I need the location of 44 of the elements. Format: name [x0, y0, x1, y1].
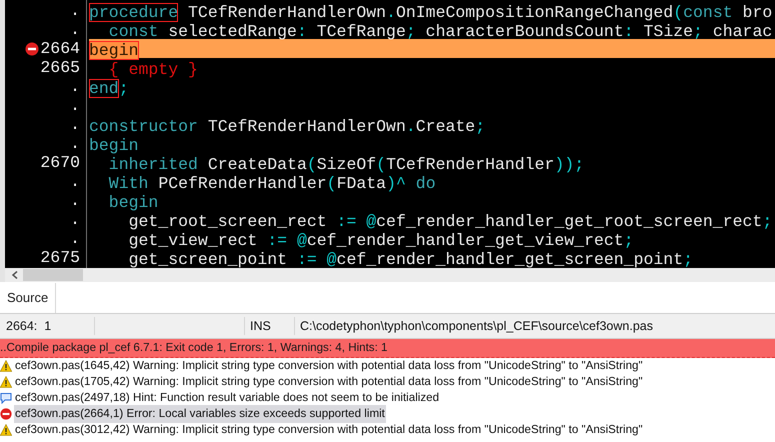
line-number: 2675 — [40, 248, 80, 267]
scroll-thumb[interactable] — [23, 269, 83, 281]
code-line: begin — [108, 193, 158, 212]
line-number: . — [70, 172, 80, 191]
insert-mode: INS — [245, 316, 295, 336]
line-number: . — [70, 229, 80, 248]
file-path: C:\codetyphon\typhon\components\pl_CEF\source\cef3own.pas — [299, 318, 653, 335]
code-line: get_view_rect := @cef_render_handler_get_view_rect; — [128, 231, 634, 250]
code-line: With PCefRenderHandler(FData)^ do — [108, 174, 436, 193]
code-line: begin — [89, 136, 139, 155]
line-number: . — [70, 115, 80, 134]
line-number: 2670 — [40, 153, 80, 172]
compile-summary: ..Compile package pl_cef 6.7.1: Exit code 1, Errors: 1, Warnings: 4, Hints: 1 — [0, 340, 388, 356]
warning-icon — [0, 424, 12, 436]
code-line: constructor TCefRenderHandlerOwn.Create; — [89, 117, 486, 136]
code-line: { empty } — [108, 60, 198, 79]
message-item[interactable]: cef3own.pas(1705,42) Warning: Implicit string type conversion with potential data loss from "UnicodeString" to "AnsiString" — [14, 373, 644, 391]
line-number: 2665 — [40, 58, 80, 77]
line-number: 2664 — [40, 39, 80, 58]
code-editor[interactable] — [0, 0, 775, 268]
speech-bubble-icon — [0, 392, 12, 404]
code-line: const selectedRange: TCefRange; characterBoundsCount: TSize; charac — [108, 22, 772, 41]
line-number: . — [70, 191, 80, 210]
code-line: procedure TCefRenderHandlerOwn.OnImeCompositionRangeChanged(const bro — [89, 3, 772, 22]
cursor-position: 2664: 1 — [0, 316, 95, 336]
line-number: . — [70, 134, 80, 153]
message-item[interactable]: cef3own.pas(2664,1) Error: Local variables size exceeds supported limit — [14, 405, 386, 423]
horizontal-scrollbar[interactable] — [0, 268, 775, 282]
line-number: . — [70, 77, 80, 96]
message-item[interactable]: cef3own.pas(2497,18) Hint: Function result variable does not seem to be initialized — [14, 389, 440, 407]
line-number: . — [70, 210, 80, 229]
code-line: end; — [89, 79, 129, 98]
scroll-left-icon[interactable] — [11, 271, 19, 279]
line-number: . — [70, 1, 80, 20]
line-number: . — [70, 20, 80, 39]
code-line: inherited CreateData(SizeOf(TCefRenderHandler)); — [108, 155, 584, 174]
line-number: . — [70, 96, 80, 115]
error-icon — [25, 42, 40, 56]
message-item[interactable]: cef3own.pas(3012,42) Warning: Implicit string type conversion with potential data loss from "UnicodeString" to "AnsiString" — [14, 421, 644, 439]
warning-icon — [0, 360, 12, 372]
message-item[interactable]: cef3own.pas(1645,42) Warning: Implicit string type conversion with potential data loss from "UnicodeString" to "AnsiString" — [14, 357, 644, 375]
code-line: get_screen_point := @cef_render_handler_get_screen_point; — [128, 250, 694, 268]
code-line: get_root_screen_rect := @cef_render_handler_get_root_screen_rect; — [128, 212, 772, 231]
warning-icon — [0, 376, 12, 388]
